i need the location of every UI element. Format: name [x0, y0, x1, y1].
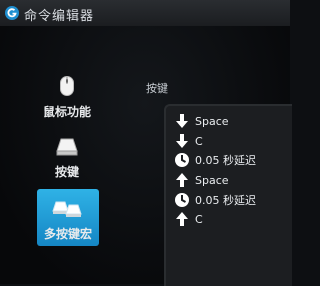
list-item[interactable]: 0.05 秒延迟	[174, 151, 256, 169]
arrow-down-icon	[176, 114, 188, 128]
keystroke-section-label: 按键	[146, 82, 168, 95]
sidebar-item-mouse-function[interactable]: 鼠标功能	[36, 66, 98, 120]
event-label: C	[195, 212, 203, 226]
list-item[interactable]: Space	[174, 171, 229, 189]
title-bar: 命令编辑器	[0, 0, 290, 26]
macro-event-list[interactable]: Space C 0.05 秒延迟 Space 0.05 秒延迟 C	[164, 104, 292, 286]
clock-icon	[175, 153, 189, 167]
sidebar-item-label: 鼠标功能	[42, 105, 91, 119]
event-label: C	[195, 134, 203, 148]
arrow-down-icon	[176, 134, 188, 148]
sidebar-item-keystroke[interactable]: 按键	[36, 126, 98, 180]
editor-window: 鼠标功能 按键 多按键宏 按键 Space C 0.05 秒延迟 Space 0…	[0, 26, 292, 286]
mouse-icon	[60, 76, 74, 96]
event-label: Space	[195, 173, 229, 187]
list-item[interactable]: C	[174, 132, 203, 150]
event-label: Space	[195, 114, 229, 128]
event-label: 0.05 秒延迟	[195, 154, 256, 167]
sidebar-item-label: 多按键宏	[43, 227, 92, 241]
clock-icon	[175, 193, 189, 207]
sidebar-item-multi-key-macro[interactable]: 多按键宏	[37, 189, 99, 246]
multi-key-icon	[52, 201, 82, 217]
command-type-sidebar: 鼠标功能 按键 多按键宏	[0, 26, 112, 284]
event-label: 0.05 秒延迟	[195, 194, 256, 207]
list-item[interactable]: C	[174, 210, 203, 228]
sidebar-item-label: 按键	[54, 165, 79, 179]
window-title: 命令编辑器	[24, 9, 95, 24]
list-item[interactable]: Space	[174, 112, 229, 130]
arrow-up-icon	[176, 212, 188, 226]
arrow-up-icon	[176, 173, 188, 187]
key-icon	[56, 138, 78, 156]
list-item[interactable]: 0.05 秒延迟	[174, 191, 256, 209]
logitech-logo-icon	[5, 6, 19, 20]
